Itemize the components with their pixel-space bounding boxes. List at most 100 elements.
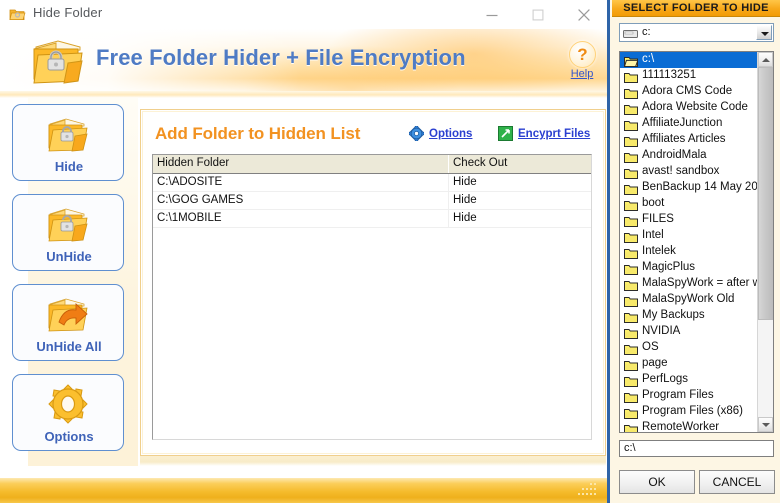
folder-icon [624, 102, 638, 115]
selected-path-value: c:\ [624, 442, 636, 454]
resize-grip[interactable] [576, 483, 598, 499]
folder-lock-icon [46, 112, 90, 156]
table-row[interactable]: C:\1MOBILE Hide [153, 210, 591, 228]
sidebar-item-label: UnHide All [36, 339, 102, 354]
folder-tree-item[interactable]: NVIDIA [620, 324, 758, 340]
folder-icon [624, 342, 638, 355]
minimize-button[interactable] [469, 0, 515, 29]
folder-icon [624, 246, 638, 259]
folder-tree-item-label: 111113251 [642, 69, 697, 81]
folder-icon [624, 198, 638, 211]
folder-icon [624, 310, 638, 323]
column-header-hidden-folder[interactable]: Hidden Folder [153, 155, 449, 173]
gear-icon [46, 382, 90, 426]
sidebar-item-hide[interactable]: Hide [12, 104, 124, 181]
folder-tree-item[interactable]: RemoteWorker [620, 420, 758, 433]
cancel-button[interactable]: CANCEL [699, 470, 775, 494]
folder-tree-item[interactable]: Intel [620, 228, 758, 244]
folder-tree-item[interactable]: avast! sandbox [620, 164, 758, 180]
folder-icon [624, 358, 638, 371]
folder-tree-item-label: boot [642, 197, 665, 209]
folder-tree-item-label: Intel [642, 229, 664, 241]
folder-tree-item-label: page [642, 357, 668, 369]
folder-tree-item-label: AffiliateJunction [642, 117, 723, 129]
selected-path-input[interactable]: c:\ [619, 440, 774, 457]
folder-tree-item[interactable]: OS [620, 340, 758, 356]
folder-tree-item[interactable]: MalaSpyWork = after wo [620, 276, 758, 292]
cell-check-out: Hide [453, 194, 477, 206]
panel-footer-band [140, 456, 606, 466]
table-row[interactable]: C:\ADOSITE Hide [153, 174, 591, 192]
folder-tree-item-label: avast! sandbox [642, 165, 720, 177]
page-title: Add Folder to Hidden List [155, 124, 361, 143]
column-header-check-out[interactable]: Check Out [449, 155, 591, 173]
folder-tree-item[interactable]: page [620, 356, 758, 372]
maximize-button[interactable] [515, 0, 561, 29]
drive-select[interactable]: c: [619, 23, 774, 42]
drive-value: c: [642, 26, 651, 38]
folder-tree-item[interactable]: Adora Website Code [620, 100, 758, 116]
scroll-down-button[interactable] [758, 417, 773, 432]
folder-tree-item[interactable]: Affiliates Articles [620, 132, 758, 148]
encrypt-icon[interactable] [498, 126, 513, 141]
folder-tree-item[interactable]: AndroidMala [620, 148, 758, 164]
folder-tree-item-label: BenBackup 14 May 200 [642, 181, 758, 193]
folder-tree-item-label: MagicPlus [642, 261, 696, 273]
folder-tree-item-label: FILES [642, 213, 674, 225]
folder-tree-item[interactable]: My Backups [620, 308, 758, 324]
cell-hidden-folder: C:\1MOBILE [153, 210, 449, 227]
folder-tree[interactable]: c:\ 111113251 Adora CMS Code Adora Website … [619, 51, 774, 433]
folder-icon [624, 374, 638, 387]
folder-lock-logo-icon [28, 33, 86, 87]
folder-tree-item-label: My Backups [642, 309, 705, 321]
window-title: Hide Folder [33, 5, 103, 20]
folder-tree-item[interactable]: Program Files [620, 388, 758, 404]
folder-tree-item[interactable]: Intelek [620, 244, 758, 260]
folder-tree-item[interactable]: 111113251 [620, 68, 758, 84]
ok-button-label: OK [648, 475, 666, 489]
folder-icon [624, 182, 638, 195]
folder-tree-item[interactable]: AffiliateJunction [620, 116, 758, 132]
sidebar-item-unhide[interactable]: UnHide [12, 194, 124, 271]
folder-icon [624, 422, 638, 432]
folder-icon [624, 214, 638, 227]
title-bar: Hide Folder [0, 0, 607, 30]
scrollbar-thumb[interactable] [758, 67, 773, 320]
sidebar-item-options[interactable]: Options [12, 374, 124, 451]
options-link[interactable]: Options [429, 128, 472, 140]
close-button[interactable] [561, 0, 607, 29]
question-mark-icon[interactable]: ? [569, 41, 596, 68]
folder-tree-item[interactable]: MalaSpyWork Old [620, 292, 758, 308]
folder-tree-list: c:\ 111113251 Adora CMS Code Adora Website … [620, 52, 773, 433]
dialog-title: SELECT FOLDER TO HIDE [623, 2, 769, 14]
folder-tree-item[interactable]: PerfLogs [620, 372, 758, 388]
folder-tree-item[interactable]: Program Files (x86) [620, 404, 758, 420]
ok-button[interactable]: OK [619, 470, 695, 494]
folder-tree-item[interactable]: MagicPlus [620, 260, 758, 276]
folder-tree-item-label: OS [642, 341, 659, 353]
folder-tree-item-label: Adora Website Code [642, 101, 748, 113]
folder-tree-item[interactable]: boot [620, 196, 758, 212]
folder-tree-item[interactable]: BenBackup 14 May 200 [620, 180, 758, 196]
folder-tree-item[interactable]: FILES [620, 212, 758, 228]
tree-scrollbar[interactable] [757, 52, 773, 432]
table-header-row: Hidden Folder Check Out [153, 155, 591, 174]
chevron-down-icon[interactable] [756, 25, 772, 40]
folder-tree-item[interactable]: Adora CMS Code [620, 84, 758, 100]
sidebar-item-label: UnHide [46, 249, 92, 264]
help-link[interactable]: Help [566, 68, 598, 80]
folder-icon [624, 406, 638, 419]
folder-icon [624, 230, 638, 243]
folder-tree-item-label: NVIDIA [642, 325, 681, 337]
gear-icon[interactable] [408, 125, 425, 142]
hidden-folder-table[interactable]: Hidden Folder Check Out C:\ADOSITE Hide … [152, 154, 592, 440]
folder-open-icon [623, 54, 639, 67]
cell-check-out: Hide [453, 176, 477, 188]
folder-tree-item-label: RemoteWorker [642, 421, 720, 433]
folder-tree-item[interactable]: c:\ [620, 52, 773, 68]
cell-check-out: Hide [453, 212, 477, 224]
encrypt-files-link[interactable]: Encyprt Files [518, 128, 590, 140]
scroll-up-button[interactable] [758, 52, 773, 67]
sidebar-item-unhide-all[interactable]: UnHide All [12, 284, 124, 361]
table-row[interactable]: C:\GOG GAMES Hide [153, 192, 591, 210]
